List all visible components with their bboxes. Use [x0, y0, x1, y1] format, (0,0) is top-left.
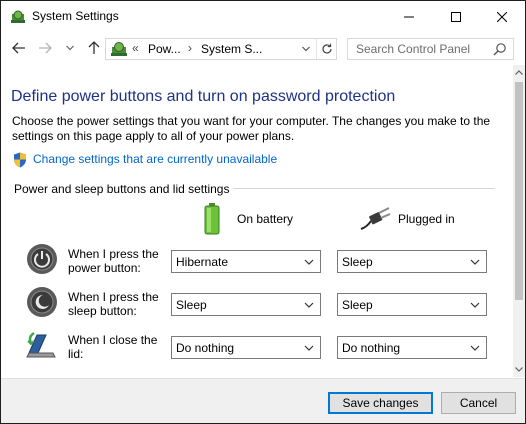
close-lid-plugged-select[interactable]: Do nothing	[337, 336, 487, 359]
laptop-lid-icon	[26, 331, 56, 358]
breadcrumb-overflow[interactable]: «	[132, 41, 139, 55]
refresh-button[interactable]	[316, 39, 336, 59]
change-unavailable-settings-link[interactable]: Change settings that are currently unava…	[33, 152, 277, 166]
page-description: Choose the power settings that you want …	[12, 114, 491, 143]
section-divider	[233, 188, 495, 189]
maximize-icon	[451, 11, 461, 22]
chevron-down-icon	[66, 45, 74, 51]
sleep-button-plugged-value: Sleep	[342, 298, 373, 312]
up-arrow-icon	[88, 41, 100, 54]
window-title: System Settings	[32, 9, 119, 23]
on-battery-header: On battery	[237, 212, 294, 226]
power-button-label: When I press the power button:	[68, 247, 159, 275]
page-title: Define power buttons and turn on passwor…	[11, 88, 396, 105]
search-input[interactable]: Search Control Panel	[356, 42, 470, 56]
power-button-battery-select[interactable]: Hibernate	[171, 250, 321, 273]
close-lid-battery-value: Do nothing	[176, 341, 235, 355]
sleep-button-battery-select[interactable]: Sleep	[171, 293, 321, 316]
chevron-down-icon	[470, 259, 480, 265]
navigation-bar: « Pow... › System S... Search Control Pa…	[1, 32, 525, 64]
save-changes-button[interactable]: Save changes	[328, 392, 433, 414]
chevron-down-icon	[304, 302, 314, 308]
close-button[interactable]	[479, 1, 525, 32]
power-button-icon	[27, 244, 57, 274]
content-pane: Define power buttons and turn on passwor…	[1, 65, 513, 377]
close-lid-plugged-value: Do nothing	[342, 341, 401, 355]
breadcrumb-system-settings[interactable]: System S...	[201, 42, 262, 56]
chevron-down-icon	[304, 345, 314, 351]
close-lid-battery-select[interactable]: Do nothing	[171, 336, 321, 359]
back-button[interactable]	[10, 38, 28, 58]
power-plug-icon	[360, 207, 391, 230]
search-box[interactable]: Search Control Panel	[347, 38, 514, 60]
back-arrow-icon	[12, 42, 25, 54]
close-lid-label: When I close the lid:	[68, 333, 158, 361]
scrollbar-thumb[interactable]	[515, 82, 523, 300]
sleep-button-label: When I press the sleep button:	[68, 290, 159, 318]
power-button-plugged-select[interactable]: Sleep	[337, 250, 487, 273]
plugged-in-header: Plugged in	[398, 212, 455, 226]
title-bar[interactable]: System Settings	[1, 1, 525, 32]
up-button[interactable]	[85, 38, 103, 58]
cancel-button[interactable]: Cancel	[441, 392, 516, 414]
sleep-button-plugged-select[interactable]: Sleep	[337, 293, 487, 316]
scroll-up-icon	[515, 69, 523, 75]
control-panel-icon	[111, 42, 127, 56]
chevron-down-icon	[470, 345, 480, 351]
power-button-plugged-value: Sleep	[342, 255, 373, 269]
control-panel-icon	[11, 10, 25, 23]
sleep-moon-icon	[27, 287, 57, 317]
address-bar[interactable]: « Pow... › System S...	[105, 38, 337, 60]
forward-arrow-icon	[39, 42, 52, 54]
minimize-icon	[404, 16, 414, 17]
sleep-button-battery-value: Sleep	[176, 298, 207, 312]
refresh-icon	[321, 43, 332, 54]
breadcrumb-separator[interactable]: ›	[188, 41, 192, 55]
forward-button[interactable]	[36, 38, 54, 58]
close-icon	[497, 11, 507, 22]
search-icon[interactable]	[493, 42, 507, 56]
scroll-down-button[interactable]	[513, 362, 525, 376]
chevron-down-icon	[470, 302, 480, 308]
uac-shield-icon	[14, 152, 26, 168]
address-dropdown-button[interactable]	[297, 39, 315, 59]
system-settings-window: System Settings « Pow... › System S... S…	[0, 0, 526, 424]
breadcrumb-power-options[interactable]: Pow...	[148, 42, 181, 56]
scroll-down-icon	[515, 366, 523, 372]
footer-bar: Save changes Cancel	[1, 378, 525, 423]
minimize-button[interactable]	[386, 1, 432, 32]
section-title: Power and sleep buttons and lid settings	[14, 182, 230, 196]
vertical-scrollbar[interactable]	[513, 65, 525, 377]
chevron-down-icon	[302, 46, 310, 52]
recent-locations-button[interactable]	[61, 38, 79, 58]
power-button-battery-value: Hibernate	[176, 255, 229, 269]
battery-icon	[204, 203, 220, 235]
scroll-up-button[interactable]	[513, 65, 525, 79]
maximize-button[interactable]	[433, 1, 479, 32]
chevron-down-icon	[304, 259, 314, 265]
